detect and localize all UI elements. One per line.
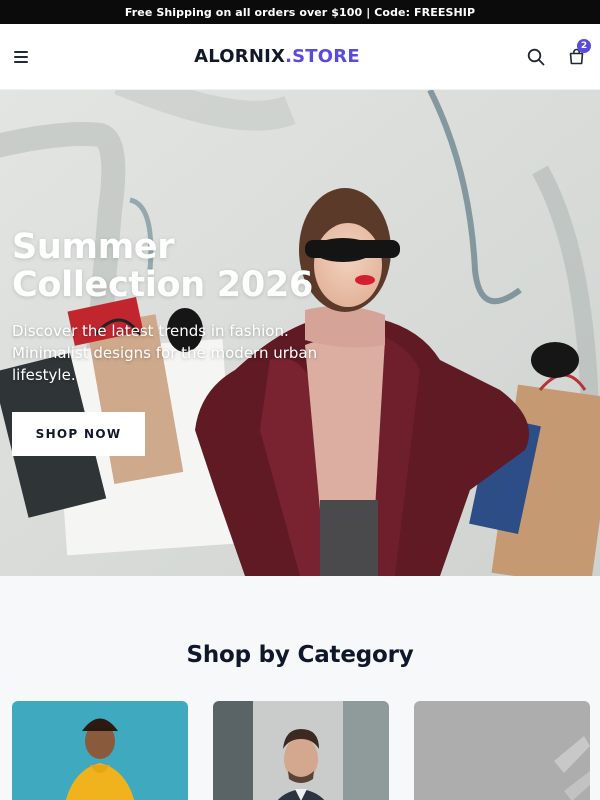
- shopping-bag-icon[interactable]: 2: [566, 38, 591, 67]
- store-logo[interactable]: ALORNIX.STORE: [194, 46, 360, 67]
- logo-accent-text: .STORE: [285, 46, 360, 67]
- hero-subtitle: Discover the latest trends in fashion. M…: [12, 322, 318, 384]
- hero-title-line1: Summer: [12, 227, 175, 267]
- category-card-accessories[interactable]: [414, 701, 590, 800]
- accessories-photo: [414, 701, 590, 800]
- hero-title-line2: Collection 2026: [12, 265, 313, 305]
- announcement-text: Free Shipping on all orders over $100 | …: [124, 5, 476, 19]
- category-card-women[interactable]: [12, 701, 188, 800]
- woman-yellow-hoodie-photo: [12, 701, 188, 800]
- cart-count-badge: 2: [577, 38, 591, 53]
- section-title: Shop by Category: [186, 642, 414, 668]
- header-actions: 2: [526, 38, 591, 67]
- site-header: ALORNIX.STORE 2: [0, 24, 600, 90]
- category-grid: [0, 701, 600, 800]
- man-portrait-photo: [213, 701, 389, 800]
- logo-main-text: ALORNIX: [194, 46, 286, 67]
- category-section: Shop by Category: [0, 576, 600, 800]
- hero-title: Summer Collection 2026: [12, 228, 392, 304]
- hero-content: Summer Collection 2026 Discover the late…: [12, 228, 392, 456]
- hero-banner: Summer Collection 2026 Discover the late…: [0, 90, 600, 576]
- category-card-men[interactable]: [213, 701, 389, 800]
- hamburger-menu-icon[interactable]: [14, 50, 28, 63]
- announcement-bar: Free Shipping on all orders over $100 | …: [0, 0, 600, 24]
- search-icon[interactable]: [526, 47, 546, 67]
- shop-now-button[interactable]: SHOP NOW: [12, 412, 145, 456]
